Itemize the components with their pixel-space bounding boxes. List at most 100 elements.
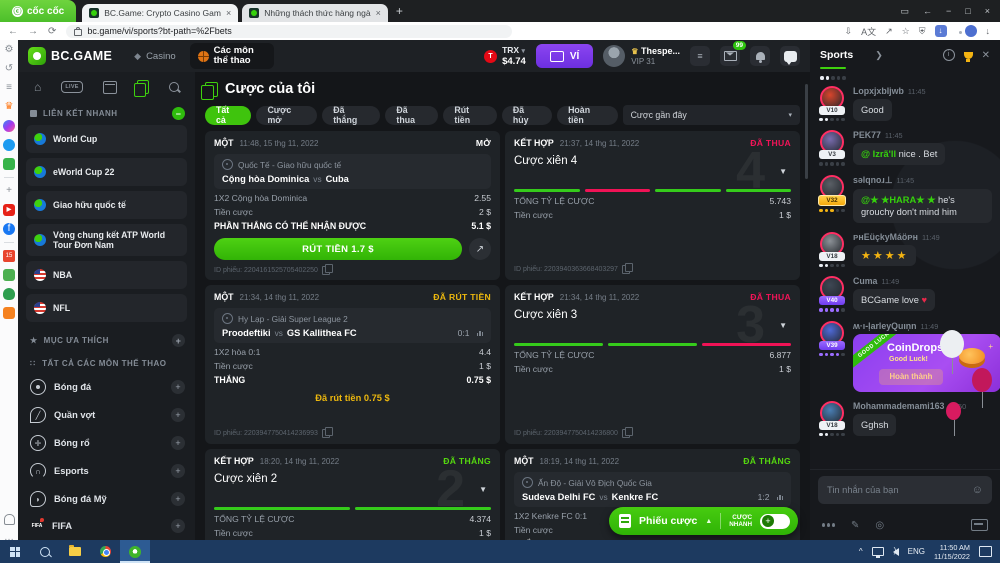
filter-pill[interactable]: Hoàn tiền	[557, 106, 618, 125]
chat-username[interactable]: Cuma11:49	[853, 276, 992, 286]
browser-tab[interactable]: Những thách thức hàng ngà ×	[242, 4, 388, 22]
expand-plus-icon[interactable]: +	[171, 464, 185, 478]
share-icon[interactable]: ↗	[885, 26, 893, 37]
new-tab-button[interactable]: +	[396, 4, 403, 18]
calendar-icon[interactable]	[103, 81, 117, 94]
sidebar-sport-item[interactable]: ╱Quần vợt +	[18, 401, 195, 429]
minimize-button[interactable]: −	[946, 6, 951, 16]
quick-link-item[interactable]: eWorld Cup 22	[26, 158, 187, 186]
bet-list-icon[interactable]: ≡	[690, 46, 710, 66]
chat-close-icon[interactable]: ✕	[982, 50, 990, 61]
collapse-quick-links-button[interactable]: −	[172, 107, 185, 120]
bet-card[interactable]: KẾT HỢP18:20, 14 thg 11, 2022 ĐÃ THẮNG C…	[205, 449, 500, 540]
sort-dropdown[interactable]: Cược gần đây▾	[623, 105, 800, 125]
coin-rain-icon[interactable]	[822, 523, 835, 527]
download-manager-icon[interactable]: ↓	[935, 25, 947, 37]
bcgame-logo[interactable]: BC.GAME	[28, 47, 112, 65]
chat-toggle-icon[interactable]	[780, 46, 800, 66]
twitter-icon[interactable]	[3, 139, 15, 151]
nav-sports[interactable]: Các môn thể thao	[190, 43, 274, 69]
network-icon[interactable]	[872, 547, 884, 556]
chat-username[interactable]: PEK7711:45	[853, 130, 992, 140]
quick-link-item[interactable]: Vòng chung kết ATP World Tour Đơn Nam	[26, 224, 187, 256]
quick-link-item[interactable]: NBA	[26, 261, 187, 289]
copy-icon[interactable]	[622, 265, 630, 274]
coindrops-claim-button[interactable]: Hoàn thành	[879, 369, 943, 385]
chat-tab-sports[interactable]: Sports	[820, 49, 853, 61]
copy-icon[interactable]	[622, 429, 630, 438]
gear-icon[interactable]: ⚙	[3, 44, 15, 56]
balance-selector[interactable]: T TRX ▾ $4.74	[484, 45, 526, 67]
clock[interactable]: 11:50 AM11/15/2022	[934, 543, 970, 561]
messenger-icon[interactable]	[3, 120, 15, 132]
start-button[interactable]	[0, 540, 30, 563]
file-explorer-icon[interactable]	[60, 540, 90, 563]
quick-link-item[interactable]: NFL	[26, 294, 187, 322]
shield-icon[interactable]: ⛨	[919, 26, 926, 37]
bet-slip-button[interactable]: Phiếu cược ▲ CƯỢCNHANH	[609, 507, 798, 535]
gif-keyboard-icon[interactable]	[971, 519, 988, 531]
sidebar-sport-item[interactable]: FIFAFIFA +	[18, 513, 195, 539]
share-bet-icon[interactable]: ↗	[469, 238, 491, 260]
combo-header[interactable]: Cược xiên 3 3 ▼	[514, 307, 791, 341]
close-button[interactable]: ×	[985, 6, 990, 16]
scrollbar-thumb[interactable]	[805, 84, 808, 179]
bet-card[interactable]: MỘT21:34, 14 thg 11, 2022 ĐÃ RÚT TIỀN Hy…	[205, 285, 500, 444]
bet-card[interactable]: KẾT HỢP21:37, 14 thg 11, 2022 ĐÃ THUA Cư…	[505, 131, 800, 280]
emoji-icon[interactable]: ☺	[972, 484, 983, 496]
chat-input[interactable]: Tin nhắn của bạn ☺	[818, 476, 992, 504]
crown-icon[interactable]: ♛	[3, 101, 15, 113]
user-profile[interactable]: ♛ Thespe... VIP 31	[603, 45, 680, 67]
store-icon[interactable]	[3, 269, 15, 281]
sidebar-sport-item[interactable]: Bóng đá +	[18, 373, 195, 401]
language-indicator[interactable]: ENG	[908, 547, 925, 556]
bet-card[interactable]: MỘT11:48, 15 thg 11, 2022 MỞ Quốc Tế - G…	[205, 131, 500, 280]
nav-casino[interactable]: ◆ Casino	[134, 51, 176, 62]
quick-link-item[interactable]: World Cup	[26, 125, 187, 153]
sidebar-sport-item[interactable]: ✛Bóng rổ +	[18, 429, 195, 457]
translate-icon[interactable]: A文	[861, 25, 876, 38]
chevron-down-icon[interactable]: ▼	[779, 321, 787, 330]
inbox-icon[interactable]: 99	[720, 46, 740, 66]
expand-plus-icon[interactable]: +	[171, 380, 185, 394]
bookmark-star-icon[interactable]: ☆	[902, 26, 910, 37]
rail-bell-icon[interactable]	[4, 514, 15, 525]
cart-icon[interactable]	[3, 307, 15, 319]
filter-pill[interactable]: Đã thắng	[322, 106, 380, 125]
coccoc-menu-button[interactable]: ⓒ cốc cốc	[0, 0, 76, 22]
chat-username[interactable]: Lopxjxbljwb11:45	[853, 86, 992, 96]
tab-close-icon[interactable]: ×	[226, 8, 231, 18]
combo-header[interactable]: Cược xiên 2 2 ▼	[214, 471, 491, 505]
expand-plus-icon[interactable]: +	[171, 519, 185, 533]
chevron-right-icon[interactable]: ❯	[875, 50, 883, 61]
expand-plus-icon[interactable]: +	[171, 492, 185, 506]
add-icon[interactable]: +	[3, 185, 15, 197]
sidebar-sport-item[interactable]: ∩Esports +	[18, 457, 195, 485]
history-icon[interactable]: ↺	[3, 63, 15, 75]
quick-bet-toggle[interactable]	[760, 514, 790, 529]
chrome-icon[interactable]	[90, 540, 120, 563]
filter-pill[interactable]: Rút tiền	[443, 106, 496, 125]
filter-pill[interactable]: Đã hủy	[502, 106, 552, 125]
home-icon[interactable]: ⌂	[34, 80, 41, 94]
forward-button[interactable]: →	[28, 26, 38, 37]
chat-username[interactable]: Mohammademami16311:50	[853, 401, 992, 411]
search-icon[interactable]	[169, 82, 179, 92]
my-bets-icon[interactable]	[137, 80, 149, 94]
maximize-button[interactable]: □	[965, 6, 970, 16]
live-icon[interactable]: LIVE	[61, 81, 82, 93]
coindrops-card[interactable]: GOOD LUCK CoinDrops Good Luck! Hoàn thàn…	[853, 334, 1000, 392]
hat-icon[interactable]	[3, 288, 15, 300]
cashout-button[interactable]: RÚT TIỀN 1.7 $	[214, 238, 462, 260]
downloads-icon[interactable]: ↓	[986, 26, 991, 36]
expand-plus-icon[interactable]: +	[171, 408, 185, 422]
reload-button[interactable]: ⟳	[48, 26, 56, 37]
copy-icon[interactable]	[322, 266, 330, 275]
tip-chip-icon[interactable]: ◎	[875, 520, 884, 531]
event-panel[interactable]: Quốc Tế - Giao hữu quốc tế Cộng hòa Domi…	[214, 154, 491, 189]
facebook-icon[interactable]: f	[3, 223, 15, 235]
chat-username[interactable]: sǝlqnoɹ⊥11:45	[853, 175, 992, 186]
reader-mode-icon[interactable]: ▭	[901, 6, 910, 17]
chat-info-icon[interactable]: i	[943, 49, 955, 61]
event-panel[interactable]: Hy Lạp - Giải Super League 2 Proodeftiki…	[214, 308, 491, 343]
